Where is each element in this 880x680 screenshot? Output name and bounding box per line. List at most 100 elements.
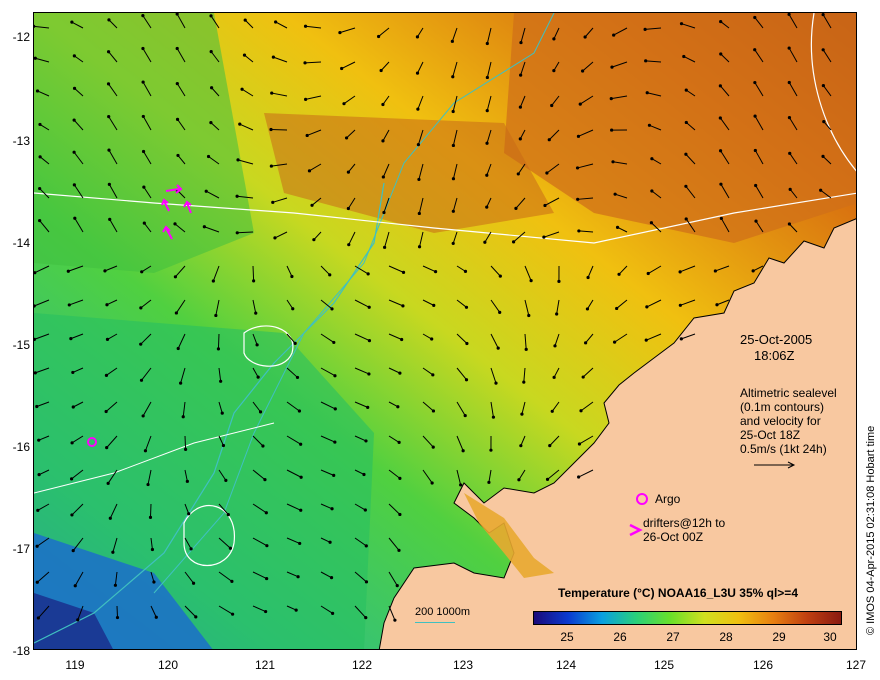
velocity-arrow-head: [416, 107, 420, 111]
velocity-arrow-head: [552, 375, 556, 379]
velocity-arrow-head: [37, 438, 41, 442]
velocity-arrow-head: [753, 48, 757, 52]
velocity-arrow-head: [364, 580, 369, 584]
velocity-arrow-head: [38, 155, 42, 159]
velocity-arrow-head: [398, 512, 402, 517]
velocity-arrow-head: [491, 415, 496, 419]
velocity-arrow-head: [67, 303, 71, 307]
velocity-arrow-head: [718, 149, 723, 153]
velocity-arrow-head: [329, 576, 334, 580]
velocity-arrow-head: [35, 404, 39, 409]
lon-tick: 119: [65, 658, 85, 672]
velocity-arrow-head: [498, 310, 502, 314]
velocity-arrow-head: [400, 337, 404, 342]
velocity-arrow-head: [754, 183, 758, 188]
velocity-arrow-head: [518, 137, 522, 141]
velocity-arrow-head: [577, 229, 581, 233]
velocity-arrow-head: [108, 516, 112, 520]
velocity-arrow-head: [73, 216, 77, 220]
velocity-arrow-head: [236, 158, 240, 162]
velocity-arrow-head: [431, 373, 435, 377]
velocity-arrow-head: [612, 33, 616, 37]
velocity-arrow-head: [70, 441, 74, 445]
velocity-arrow-head: [379, 68, 383, 73]
velocity-arrow-head: [226, 513, 230, 517]
velocity-arrow-head: [216, 347, 221, 351]
velocity-arrow-head: [330, 307, 334, 311]
velocity-arrow-head: [367, 338, 372, 343]
velocity-arrow-head: [294, 608, 298, 612]
velocity-arrow-head: [105, 337, 110, 341]
velocity-arrow-head: [176, 153, 180, 158]
velocity-arrow-head: [417, 177, 421, 182]
velocity-arrow-head: [586, 275, 590, 280]
velocity-arrow-head: [332, 340, 336, 345]
velocity-arrow-head: [433, 270, 438, 274]
velocity-arrow-head: [713, 269, 717, 273]
velocity-arrow-head: [111, 550, 115, 554]
velocity-arrow-head: [519, 444, 523, 448]
velocity-arrow-head: [381, 175, 385, 179]
velocity-arrow-head: [104, 373, 109, 377]
lon-tick: 126: [752, 658, 774, 672]
altimetry-line: Altimetric sealevel: [740, 386, 837, 400]
velocity-arrow-head: [305, 133, 309, 138]
velocity-arrow-head: [362, 472, 366, 477]
velocity-arrow-head: [210, 86, 214, 90]
velocity-arrow-head: [152, 580, 156, 584]
velocity-arrow-head: [485, 109, 489, 113]
lat-tick: -16: [12, 440, 30, 454]
altimetry-line: (0.1m contours): [740, 400, 825, 414]
velocity-arrow: [217, 333, 220, 349]
velocity-arrow-head: [221, 443, 226, 448]
sst-map[interactable]: [34, 13, 857, 650]
velocity-arrow-head: [273, 236, 277, 240]
velocity-arrow-head: [73, 584, 77, 588]
velocity-arrow-head: [150, 547, 155, 552]
velocity-arrow-head: [417, 211, 421, 216]
velocity-arrow-head: [401, 270, 406, 274]
velocity-arrow-head: [173, 275, 178, 279]
velocity-arrow-head: [577, 475, 581, 479]
bathymetry-legend-label: 200 1000m: [415, 606, 471, 618]
velocity-arrow-head: [148, 515, 153, 519]
velocity-arrow-head: [584, 341, 588, 345]
velocity-arrow-head: [106, 82, 111, 86]
velocity-arrow-head: [72, 86, 77, 90]
velocity-arrow-head: [381, 102, 385, 107]
lat-tick: -18: [12, 644, 30, 658]
velocity-arrow-head: [578, 102, 582, 106]
velocity-arrow-head: [72, 183, 76, 187]
velocity-arrow-head: [299, 475, 303, 479]
velocity-arrow-head: [649, 221, 654, 225]
velocity-arrow-head: [211, 279, 215, 283]
velocity-arrow-head: [684, 152, 688, 156]
velocity-arrow-head: [303, 61, 307, 65]
map-frame[interactable]: [33, 12, 857, 650]
velocity-arrow-head: [189, 547, 193, 551]
velocity-arrow: [252, 265, 255, 281]
velocity-arrow-head: [610, 65, 614, 69]
velocity-arrow-head: [459, 483, 463, 487]
velocity-arrow-head: [105, 303, 109, 307]
velocity-arrow-head: [465, 341, 469, 346]
velocity-arrow-head: [71, 370, 75, 375]
velocity-arrow-head: [187, 512, 191, 516]
velocity-arrow-head: [107, 182, 111, 187]
velocity-arrow-head: [822, 120, 826, 124]
colorbar-title: Temperature (°C) NOAA16_L3U 35% ql>=4: [558, 586, 798, 600]
velocity-arrow-head: [36, 508, 40, 512]
velocity-arrow-head: [202, 225, 206, 229]
velocity-arrow-head: [235, 231, 239, 235]
velocity-arrow-head: [143, 449, 148, 453]
velocity-arrow-head: [548, 444, 552, 448]
velocity-arrow-head: [293, 341, 297, 345]
velocity-arrow-head: [647, 123, 652, 127]
velocity-arrow-head: [206, 154, 211, 159]
velocity-arrow-head: [682, 54, 686, 59]
velocity-arrow-head: [461, 449, 465, 453]
velocity-arrow-head: [787, 46, 791, 50]
lon-tick: 127: [845, 658, 867, 672]
velocity-arrow-head: [255, 343, 259, 347]
velocity-arrow-head: [271, 55, 275, 59]
